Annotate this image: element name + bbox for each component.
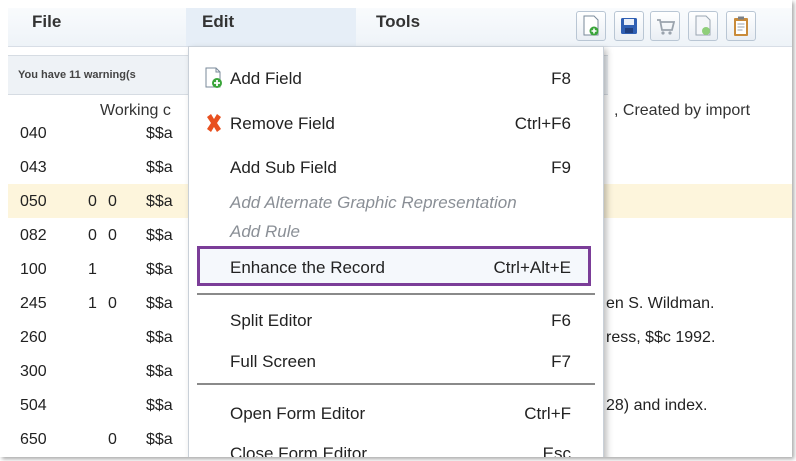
indicator-1: 0: [88, 193, 97, 210]
field-tag: 043: [20, 159, 47, 176]
subfield-code: $$a: [146, 363, 173, 380]
add-record-button[interactable]: [576, 11, 606, 41]
app-window: File Edit Tools You have 11 warning(s Wo…: [0, 0, 792, 457]
menu-item-label: Add Alternate Graphic Representation: [230, 193, 517, 212]
menu-item-full-screen[interactable]: Full Screen F7: [197, 344, 591, 378]
menu-separator: [197, 293, 595, 295]
menu-item-label: Close Form Editor: [230, 444, 367, 457]
menu-item-shortcut: Esc: [542, 444, 571, 457]
add-record-icon: [583, 15, 599, 36]
subfield-code: $$a: [146, 193, 173, 210]
subfield-code: $$a: [146, 397, 173, 414]
indicator-2: 0: [108, 295, 117, 312]
field-value: en S. Wildman.: [606, 295, 715, 312]
menu-item-shortcut: F7: [551, 352, 571, 371]
field-tag: 040: [20, 125, 47, 142]
shopping-cart-icon: [657, 19, 675, 35]
menu-item-label: Add Rule: [230, 222, 300, 241]
menu-item-shortcut: F6: [551, 311, 571, 330]
field-value: 28) and index.: [606, 397, 708, 414]
menu-item-label: Split Editor: [230, 311, 313, 330]
menu-item-label: Add Field: [230, 69, 302, 88]
subfield-code: $$a: [146, 295, 173, 312]
menu-edit[interactable]: Edit: [202, 12, 234, 32]
subfield-code: $$a: [146, 159, 173, 176]
subfield-code: $$a: [146, 329, 173, 346]
subfield-code: $$a: [146, 431, 173, 448]
menu-item-shortcut: F9: [551, 158, 571, 177]
menu-item-label: Remove Field: [230, 114, 335, 133]
menu-item-label: Add Sub Field: [230, 158, 337, 177]
menu-item-shortcut: Ctrl+Alt+E: [493, 258, 571, 277]
warnings-text: You have 11 warning(s: [18, 69, 136, 81]
indicator-2: 0: [108, 227, 117, 244]
subfield-code: $$a: [146, 261, 173, 278]
menu-item-close-form-editor[interactable]: Close Form Editor Esc: [197, 436, 591, 457]
menu-file[interactable]: File: [32, 12, 61, 32]
menu-item-open-form-editor[interactable]: Open Form Editor Ctrl+F: [197, 396, 591, 430]
menu-item-label: Enhance the Record: [230, 258, 385, 277]
save-icon: [621, 18, 637, 34]
indicator-2: 0: [108, 193, 117, 210]
cart-button[interactable]: [650, 11, 680, 41]
menu-item-add-sub-field[interactable]: Add Sub Field F9: [197, 150, 591, 184]
menu-separator: [197, 383, 595, 385]
save-button[interactable]: [614, 11, 644, 41]
indicator-1: 1: [88, 295, 97, 312]
clipboard-icon: [734, 16, 748, 36]
indicator-1: 1: [88, 261, 97, 278]
field-value: ress, $$c 1992.: [606, 329, 716, 346]
field-tag: 260: [20, 329, 47, 346]
menu-item-label: Open Form Editor: [230, 404, 366, 423]
field-tag: 082: [20, 227, 47, 244]
menu-item-shortcut: Ctrl+F6: [514, 114, 571, 133]
menu-item-add-field[interactable]: Add Field F8: [197, 61, 591, 95]
subfield-code: $$a: [146, 227, 173, 244]
new-document-icon: [695, 15, 711, 36]
menu-item-label: Full Screen: [230, 352, 316, 371]
menu-item-remove-field[interactable]: Remove Field Ctrl+F6: [197, 106, 591, 140]
menu-item-shortcut: F8: [551, 69, 571, 88]
menu-item-split-editor[interactable]: Split Editor F6: [197, 303, 591, 337]
remove-field-icon: [207, 114, 221, 132]
field-tag: 100: [20, 261, 47, 278]
menu-item-add-rule: Add Rule: [197, 214, 591, 248]
clipboard-button[interactable]: [726, 11, 756, 41]
menu-item-enhance-record[interactable]: Enhance the Record Ctrl+Alt+E: [197, 246, 591, 286]
subfield-code: $$a: [146, 125, 173, 142]
menu-tools[interactable]: Tools: [376, 12, 420, 32]
field-tag: 300: [20, 363, 47, 380]
field-tag: 050: [20, 193, 47, 210]
indicator-1: 0: [88, 227, 97, 244]
field-tag: 245: [20, 295, 47, 312]
add-field-icon: [205, 67, 222, 88]
menu-item-shortcut: Ctrl+F: [524, 404, 571, 423]
edit-dropdown-menu: Add Field F8 Remove Field Ctrl+F6 Add Su…: [188, 46, 604, 457]
field-tag: 650: [20, 431, 47, 448]
indicator-2: 0: [108, 431, 117, 448]
field-tag: 504: [20, 397, 47, 414]
new-document-button[interactable]: [688, 11, 718, 41]
